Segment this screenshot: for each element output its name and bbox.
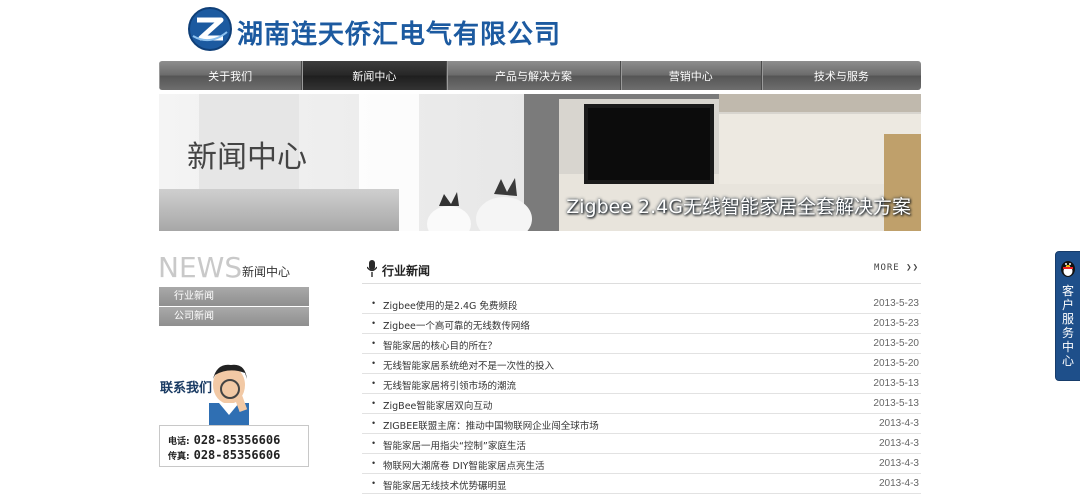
fax-number: 028-85356606 bbox=[193, 448, 281, 462]
bullet-icon: • bbox=[372, 458, 376, 468]
news-title-link[interactable]: Zigbee一个高可靠的无线数传网络 bbox=[383, 318, 530, 332]
nav-item-0[interactable]: 关于我们 bbox=[159, 61, 303, 90]
fax-label: 传真: bbox=[168, 452, 190, 462]
site-logo[interactable]: 湖南连天侨汇电气有限公司 bbox=[187, 6, 560, 52]
news-date: 2013-4-3 bbox=[878, 458, 919, 469]
banner-title: 新闻中心 bbox=[187, 140, 307, 175]
news-date: 2013-5-13 bbox=[873, 398, 919, 409]
double-chevron-right-icon: ❯❯ bbox=[906, 263, 919, 273]
news-date: 2013-5-23 bbox=[873, 318, 919, 329]
contact-card: 联系我们 电话: 028-85356606 传真: 028-85356606 bbox=[159, 355, 309, 467]
news-section-title: 行业新闻 bbox=[382, 264, 431, 278]
news-row[interactable]: • ZIGBEE联盟主席：推动中国物联网企业闯全球市场 2013-4-3 bbox=[362, 414, 921, 434]
logo-mark-icon bbox=[188, 7, 232, 51]
banner-caption: Zigbee 2.4G无线智能家居全套解决方案 bbox=[566, 196, 911, 218]
news-date: 2013-4-3 bbox=[878, 418, 919, 429]
bullet-icon: • bbox=[372, 298, 376, 308]
bullet-icon: • bbox=[372, 478, 376, 488]
news-title-link[interactable]: 智能家居无线技术优势碾明显 bbox=[383, 478, 507, 492]
sidebar-heading-cn: 新闻中心 bbox=[242, 265, 291, 279]
news-row[interactable]: • 无线智能家居系统绝对不是一次性的投入 2013-5-20 bbox=[362, 354, 921, 374]
bullet-icon: • bbox=[372, 318, 376, 328]
microphone-icon bbox=[367, 260, 377, 277]
phone-number: 028-85356606 bbox=[193, 433, 281, 447]
bullet-icon: • bbox=[372, 438, 376, 448]
bullet-icon: • bbox=[372, 378, 376, 388]
nav-item-1[interactable]: 新闻中心 bbox=[302, 61, 448, 90]
news-date: 2013-5-13 bbox=[873, 378, 919, 389]
customer-service-label: 客户服务中心 bbox=[1062, 284, 1075, 368]
qq-penguin-icon bbox=[1061, 261, 1075, 277]
customer-service-widget[interactable]: 客户服务中心 bbox=[1055, 251, 1080, 381]
news-title-link[interactable]: 智能家居的核心目的所在？ bbox=[383, 338, 497, 352]
sidebar-item-company-news[interactable]: 公司新闻 bbox=[159, 307, 309, 326]
banner: 新闻中心 Zigbee 2.4G无线智能家居全套解决方案 bbox=[159, 94, 921, 231]
sidebar-menu: 行业新闻 公司新闻 bbox=[159, 287, 309, 327]
contact-box: 电话: 028-85356606 传真: 028-85356606 bbox=[159, 425, 309, 467]
news-title-link[interactable]: 无线智能家居将引领市场的潮流 bbox=[383, 378, 516, 392]
bullet-icon: • bbox=[372, 418, 376, 428]
news-row[interactable]: • 智能家居的核心目的所在？ 2013-5-20 bbox=[362, 334, 921, 354]
nav-item-2[interactable]: 产品与解决方案 bbox=[447, 61, 621, 90]
bullet-icon: • bbox=[372, 338, 376, 348]
news-row[interactable]: • 智能家居一用指尖“控制”家庭生活 2013-4-3 bbox=[362, 434, 921, 454]
news-title-link[interactable]: 物联网大潮席卷 DIY智能家居点亮生活 bbox=[383, 458, 544, 472]
news-row[interactable]: • 物联网大潮席卷 DIY智能家居点亮生活 2013-4-3 bbox=[362, 454, 921, 474]
more-link[interactable]: MORE ❯❯ bbox=[874, 263, 919, 273]
sidebar-heading-en: NEWS bbox=[158, 251, 243, 284]
company-name: 湖南连天侨汇电气有限公司 bbox=[237, 20, 562, 50]
news-row[interactable]: • 无线智能家居将引领市场的潮流 2013-5-13 bbox=[362, 374, 921, 394]
news-row[interactable]: • Zigbee使用的是2.4G 免费频段 2013-5-23 bbox=[362, 294, 921, 314]
news-title-link[interactable]: ZigBee智能家居双向互动 bbox=[383, 398, 492, 412]
news-row[interactable]: • 智能家居无线技术优势碾明显 2013-4-3 bbox=[362, 474, 921, 494]
news-row[interactable]: • ZigBee智能家居双向互动 2013-5-13 bbox=[362, 394, 921, 414]
contact-label: 联系我们 bbox=[160, 381, 213, 396]
more-label: MORE bbox=[874, 263, 900, 273]
main-nav: 关于我们 新闻中心 产品与解决方案 营销中心 技术与服务 bbox=[159, 61, 921, 90]
news-title-link[interactable]: ZIGBEE联盟主席：推动中国物联网企业闯全球市场 bbox=[383, 418, 599, 432]
news-date: 2013-5-23 bbox=[873, 298, 919, 309]
news-date: 2013-4-3 bbox=[878, 478, 919, 489]
news-date: 2013-5-20 bbox=[873, 358, 919, 369]
nav-item-3[interactable]: 营销中心 bbox=[621, 61, 762, 90]
news-title-link[interactable]: 无线智能家居系统绝对不是一次性的投入 bbox=[383, 358, 554, 372]
phone-row: 电话: 028-85356606 bbox=[168, 433, 280, 447]
bullet-icon: • bbox=[372, 398, 376, 408]
news-header: 行业新闻 MORE ❯❯ bbox=[362, 257, 921, 284]
news-row[interactable]: • Zigbee一个高可靠的无线数传网络 2013-5-23 bbox=[362, 314, 921, 334]
sidebar-item-industry-news[interactable]: 行业新闻 bbox=[159, 287, 309, 306]
news-date: 2013-4-3 bbox=[878, 438, 919, 449]
news-title-link[interactable]: 智能家居一用指尖“控制”家庭生活 bbox=[383, 438, 526, 452]
fax-row: 传真: 028-85356606 bbox=[168, 448, 280, 462]
news-date: 2013-5-20 bbox=[873, 338, 919, 349]
bullet-icon: • bbox=[372, 358, 376, 368]
news-title-link[interactable]: Zigbee使用的是2.4G 免费频段 bbox=[383, 298, 517, 312]
nav-item-4[interactable]: 技术与服务 bbox=[762, 61, 921, 90]
sidebar-heading: NEWS 新闻中心 bbox=[158, 251, 290, 284]
phone-label: 电话: bbox=[168, 437, 190, 447]
news-list: • Zigbee使用的是2.4G 免费频段 2013-5-23 • Zigbee一个高可… bbox=[362, 294, 921, 494]
